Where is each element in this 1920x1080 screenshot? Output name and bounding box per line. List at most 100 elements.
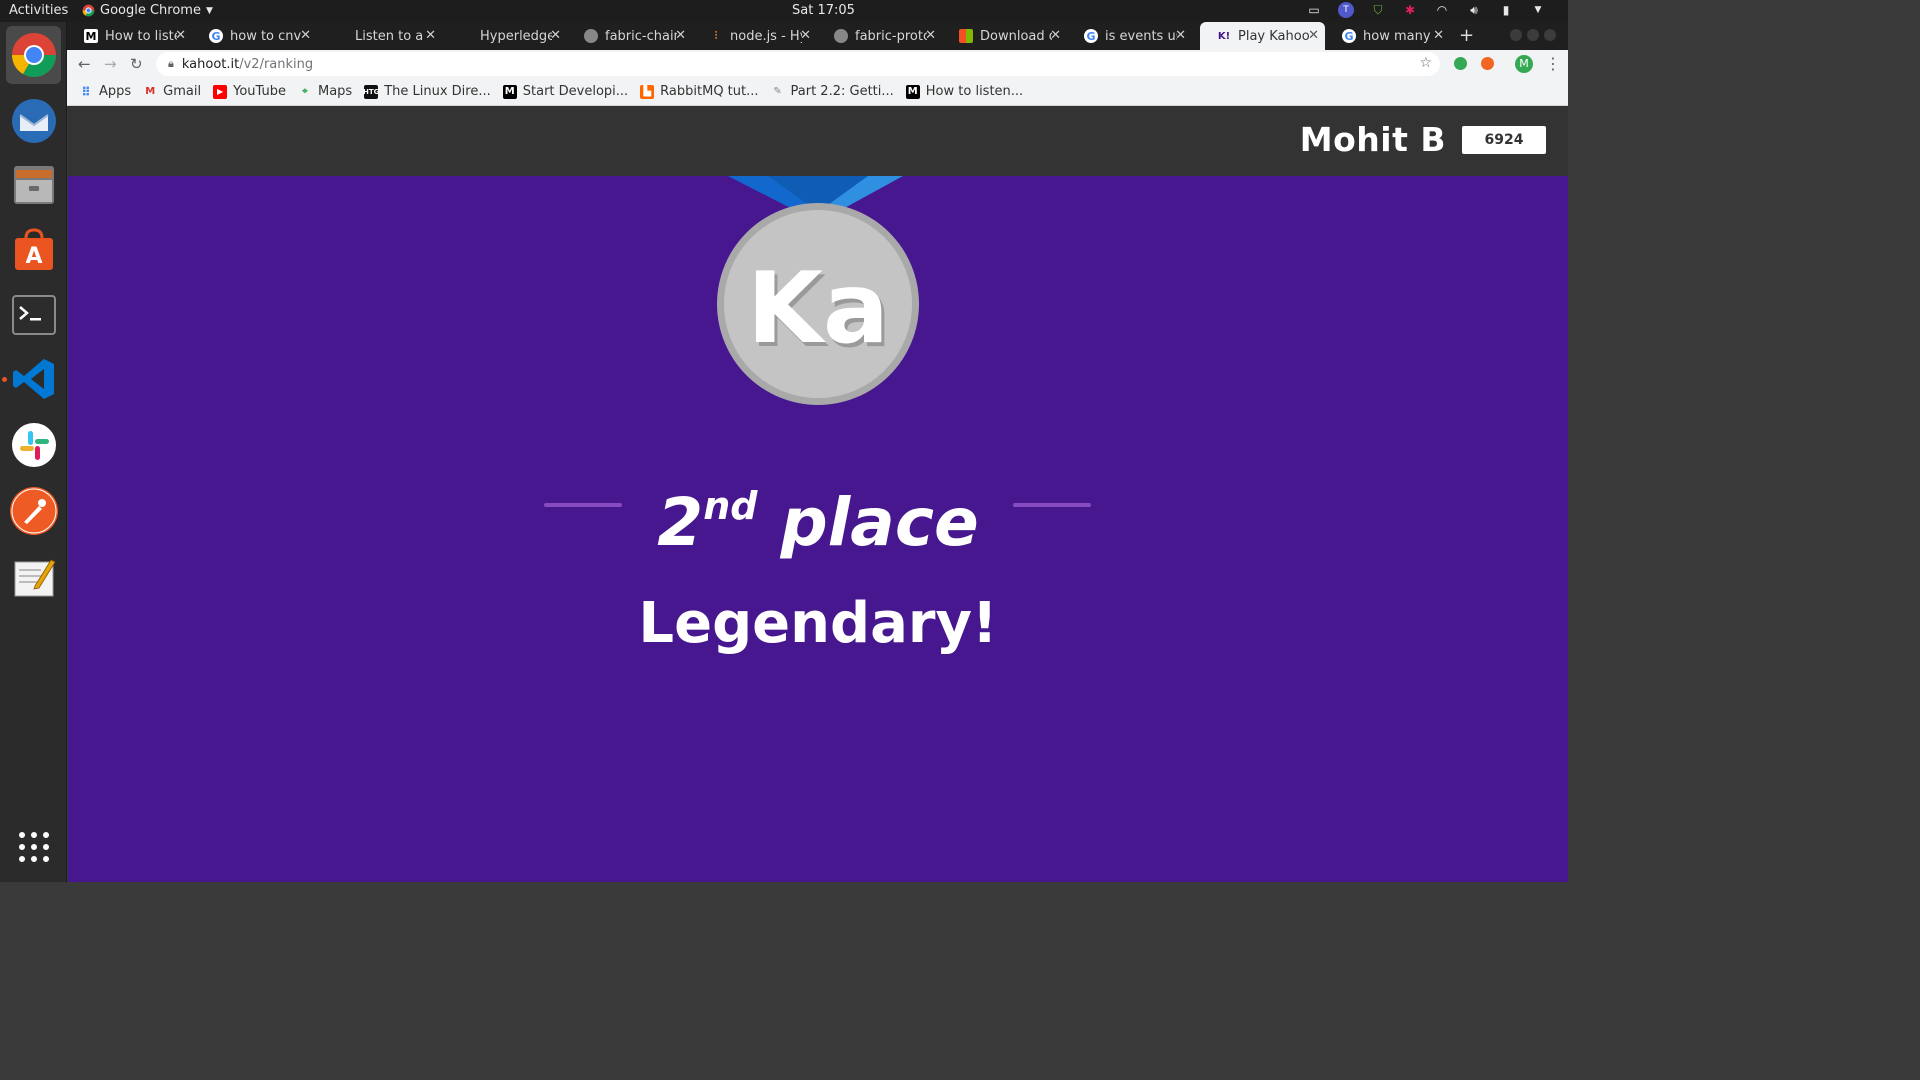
ubuntu-dock: A: [0, 22, 67, 882]
close-icon[interactable]: ✕: [550, 28, 561, 43]
slack-tray-icon[interactable]: ✱: [1402, 2, 1418, 18]
extension-icon[interactable]: [1481, 57, 1494, 70]
medium-icon: M: [502, 84, 517, 99]
close-icon[interactable]: ✕: [425, 28, 436, 43]
clock[interactable]: Sat 17:05: [792, 3, 855, 18]
close-icon[interactable]: ✕: [1433, 28, 1444, 43]
placement-row: 2nd place: [68, 466, 1568, 561]
bookmark-part22[interactable]: ✎ Part 2.2: Getti...: [771, 84, 893, 99]
tab-5[interactable]: ⫶ node.js - Hyp ✕: [692, 22, 817, 50]
player-header: Mohit B 6924: [68, 106, 1568, 176]
bookmark-label: Start Developi...: [522, 84, 629, 99]
place-word: place: [780, 484, 979, 561]
bookmark-star-icon[interactable]: ☆: [1419, 55, 1432, 71]
files-icon: [13, 166, 54, 204]
system-tray[interactable]: ▭ T ⛉ ✱ ◠ 🔊︎ ▮ ▼: [1306, 2, 1546, 18]
tab-6[interactable]: fabric-protos ✕: [817, 22, 942, 50]
address-bar[interactable]: 🔒︎ kahoot.it /v2/ranking ☆: [156, 52, 1440, 76]
minimize-icon[interactable]: [1510, 29, 1522, 41]
medium-icon: M: [84, 29, 98, 43]
chrome-icon: [82, 4, 95, 17]
battery-icon[interactable]: ▮: [1498, 2, 1514, 18]
url-host: kahoot.it: [181, 56, 240, 72]
bookmark-label: Apps: [99, 84, 132, 99]
slack-icon: [11, 423, 56, 467]
close-icon[interactable]: ✕: [925, 28, 936, 43]
player-name: Mohit B: [1299, 120, 1446, 159]
bookmark-rabbitmq[interactable]: ▙ RabbitMQ tut...: [640, 84, 759, 99]
close-icon[interactable]: ✕: [1050, 28, 1061, 43]
google-icon: G: [1342, 29, 1356, 43]
screenshot-icon[interactable]: ▭: [1306, 2, 1322, 18]
tab-0[interactable]: M How to listen ✕: [67, 22, 192, 50]
bookmark-youtube[interactable]: ▶ YouTube: [213, 84, 286, 99]
kahoot-icon: K!: [1217, 30, 1231, 42]
activities-button[interactable]: Activities: [9, 3, 68, 18]
vscode-icon: [12, 359, 54, 399]
medium-icon: M: [905, 84, 920, 99]
tab-4[interactable]: fabric-chainc ✕: [567, 22, 692, 50]
tab-2[interactable]: Listen to a cu ✕: [317, 22, 442, 50]
forward-icon[interactable]: →: [104, 55, 117, 73]
maps-icon: ⌖: [302, 86, 308, 97]
close-icon[interactable]: ✕: [675, 28, 686, 43]
article-icon: ✎: [773, 86, 782, 97]
new-tab-button[interactable]: +: [1459, 25, 1474, 46]
tab-8[interactable]: G is events use ✕: [1067, 22, 1192, 50]
dock-software[interactable]: A: [6, 220, 61, 278]
bookmark-label: Maps: [317, 84, 353, 99]
blank-page-icon: [459, 29, 473, 43]
close-icon[interactable]: ✕: [175, 28, 186, 43]
kebab-menu-icon[interactable]: ⋮: [1545, 54, 1561, 73]
profile-avatar[interactable]: M: [1515, 55, 1533, 73]
dock-chrome[interactable]: [6, 26, 61, 84]
close-icon[interactable]: ✕: [1175, 28, 1186, 43]
postman-icon: [9, 487, 58, 535]
tab-10[interactable]: G how many bu ✕: [1325, 22, 1450, 50]
close-window-icon[interactable]: [1544, 29, 1556, 41]
back-icon[interactable]: ←: [78, 55, 91, 73]
maximize-icon[interactable]: [1527, 29, 1539, 41]
tab-3[interactable]: Hyperledger ✕: [442, 22, 567, 50]
bookmark-gmail[interactable]: M Gmail: [143, 84, 201, 99]
bookmark-label: Gmail: [163, 84, 202, 99]
tab-strip: M How to listen ✕ G how to cnvert ✕ List…: [67, 22, 1568, 50]
bookmark-start-dev[interactable]: M Start Developi...: [502, 84, 629, 99]
bookmark-apps[interactable]: ⠿ Apps: [79, 84, 131, 99]
medal-logo: Ka: [747, 252, 889, 366]
teams-icon[interactable]: T: [1338, 2, 1354, 18]
dock-postman[interactable]: [6, 482, 61, 540]
shield-icon[interactable]: ⛉: [1370, 2, 1386, 18]
tab-title: fabric-chainc: [605, 28, 677, 44]
wifi-icon[interactable]: ◠: [1434, 2, 1450, 18]
power-menu-icon[interactable]: ▼: [1530, 2, 1546, 18]
close-icon[interactable]: ✕: [800, 28, 811, 43]
dock-thunderbird[interactable]: [6, 92, 61, 150]
lock-icon[interactable]: 🔒︎: [168, 57, 174, 71]
tab-title: how many bu: [1363, 28, 1435, 44]
tab-1[interactable]: G how to cnvert ✕: [192, 22, 317, 50]
google-icon: G: [1084, 29, 1098, 43]
tab-9-active[interactable]: K! Play Kahoot! ✕: [1200, 22, 1325, 50]
dock-slack[interactable]: [6, 416, 61, 474]
window-controls: [1510, 29, 1556, 41]
volume-icon[interactable]: 🔊︎: [1466, 2, 1482, 18]
close-icon[interactable]: ✕: [300, 28, 311, 43]
reload-icon[interactable]: ↻: [130, 55, 143, 73]
app-menu[interactable]: Google Chrome ▼: [82, 3, 213, 18]
tab-7[interactable]: Download de ✕: [942, 22, 1067, 50]
dock-text-editor[interactable]: [6, 548, 61, 606]
rabbitmq-icon: ▙: [640, 84, 655, 99]
dock-terminal[interactable]: [6, 286, 61, 344]
tab-title: is events use: [1105, 28, 1177, 44]
apps-grid-icon: ⠿: [81, 84, 91, 99]
dock-files[interactable]: [6, 156, 61, 214]
extension-icon[interactable]: [1454, 57, 1467, 70]
toolbar: ← → ↻ 🔒︎ kahoot.it /v2/ranking ☆ M ⋮: [67, 50, 1568, 78]
bookmark-how-to-listen[interactable]: M How to listen...: [905, 84, 1023, 99]
bookmark-maps[interactable]: ⌖ Maps: [298, 84, 352, 99]
close-icon[interactable]: ✕: [1308, 28, 1319, 43]
dock-vscode[interactable]: [6, 350, 61, 408]
show-applications-button[interactable]: [6, 818, 61, 876]
bookmark-linux-dir[interactable]: HTG The Linux Dire...: [363, 84, 491, 99]
